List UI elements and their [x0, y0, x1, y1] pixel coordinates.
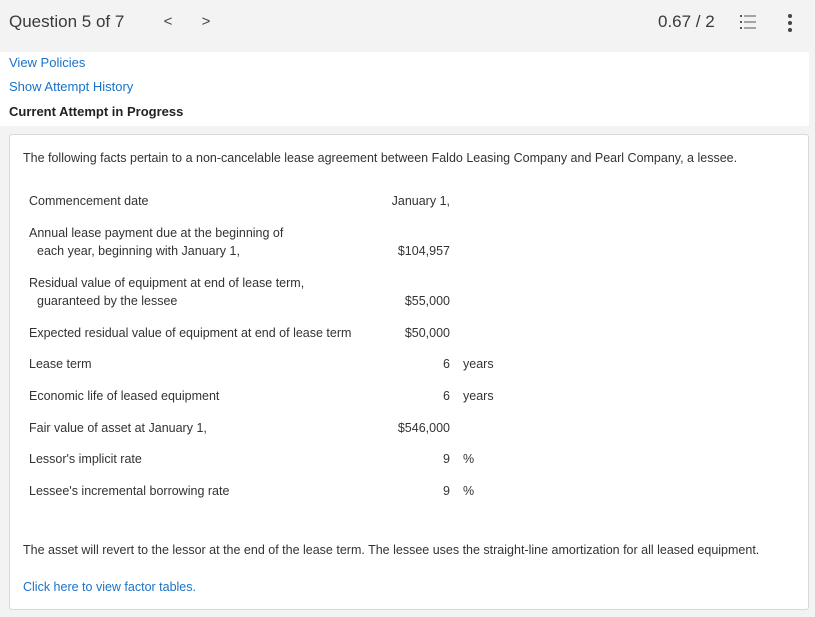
fact-label: Fair value of asset at January 1, [29, 421, 207, 435]
view-policies-link[interactable]: View Policies [9, 55, 85, 70]
fact-unit: years [463, 357, 494, 371]
problem-closing-text: The asset will revert to the lessor at t… [23, 543, 760, 557]
fact-value: $55,000 [404, 294, 450, 308]
fact-value: 9 [443, 484, 450, 498]
fact-unit: % [463, 484, 475, 498]
fact-label: Lessor's implicit rate [29, 452, 142, 466]
fact-label: Lessee's incremental borrowing rate [29, 484, 230, 498]
list-icon[interactable] [740, 14, 756, 30]
fact-value: January 1, [391, 194, 450, 208]
fact-unit: years [463, 389, 494, 403]
fact-unit: % [463, 452, 475, 466]
chevron-right-icon[interactable]: > [198, 11, 214, 33]
fact-value: 9 [443, 452, 450, 466]
factor-tables-link[interactable]: Click here to view factor tables. [23, 580, 196, 594]
fact-value: $50,000 [404, 326, 450, 340]
fact-label: Economic life of leased equipment [29, 389, 220, 403]
problem-card: The following facts pertain to a non-can… [9, 134, 809, 610]
fact-label: Annual lease payment due at the beginnin… [29, 226, 284, 258]
score-display: 0.67 / 2 [658, 12, 715, 31]
current-attempt-heading: Current Attempt in Progress [9, 104, 184, 119]
fact-label: Residual value of equipment at end of le… [29, 276, 305, 308]
attempt-panel: View Policies Show Attempt History Curre… [0, 52, 809, 126]
chevron-left-icon[interactable]: < [160, 11, 176, 33]
more-vertical-icon[interactable] [785, 13, 795, 33]
question-counter: Question 5 of 7 [9, 12, 125, 31]
fact-value: 6 [443, 389, 450, 403]
show-attempt-history-link[interactable]: Show Attempt History [9, 79, 133, 94]
fact-value: $104,957 [397, 244, 450, 258]
fact-value: $546,000 [397, 421, 450, 435]
fact-value: 6 [443, 357, 450, 371]
fact-label: Commencement date [29, 194, 149, 208]
top-bar: Question 5 of 7 < > 0.67 / 2 [0, 0, 815, 46]
problem-intro: The following facts pertain to a non-can… [23, 151, 738, 165]
fact-label: Lease term [29, 357, 92, 371]
fact-label: Expected residual value of equipment at … [29, 326, 352, 340]
